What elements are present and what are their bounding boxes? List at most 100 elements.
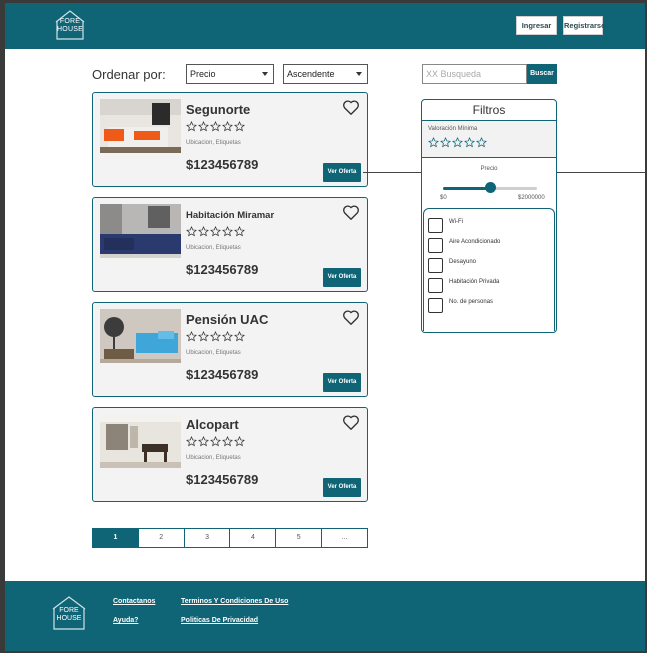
checkbox[interactable] [428, 298, 443, 313]
listing-title[interactable]: Habitación Miramar [186, 210, 274, 221]
listing-price: $123456789 [186, 472, 259, 487]
star-icon [198, 226, 209, 237]
sort-order-select[interactable]: Ascendente [283, 64, 368, 84]
listing-price: $123456789 [186, 157, 259, 172]
top-header: FORE HOUSE Ingresar Registrarse [5, 3, 645, 49]
listing-card: Alcopart Ubicacion, Etiquetas $123456789… [92, 407, 368, 502]
logo-line1: FORE [59, 18, 81, 25]
privacy-link[interactable]: Politicas De Privacidad [181, 617, 258, 624]
checkbox[interactable] [428, 278, 443, 293]
filters-title: Filtros [472, 103, 506, 117]
star-icon [186, 121, 197, 132]
checkbox[interactable] [428, 238, 443, 253]
price-min: $0 [440, 195, 447, 201]
star-icon[interactable] [440, 137, 451, 148]
star-icon[interactable] [476, 137, 487, 148]
terms-link[interactable]: Terminos Y Condiciones De Uso [181, 598, 288, 605]
star-icon [222, 121, 233, 132]
price-slider-handle[interactable] [484, 182, 496, 193]
rating-stars [186, 121, 245, 135]
listing-title[interactable]: Pensión UAC [186, 312, 268, 327]
star-icon [186, 331, 197, 342]
heart-icon[interactable] [342, 309, 360, 326]
amenity-label: No. de personas [449, 299, 494, 305]
sort-order-value: Ascendente [287, 69, 335, 79]
star-icon[interactable] [452, 137, 463, 148]
checkbox[interactable] [428, 218, 443, 233]
register-button[interactable]: Registrarse [563, 16, 605, 35]
listing-photo[interactable] [100, 204, 181, 258]
footer: FORE HOUSE Contactanos Ayuda? Terminos Y… [5, 581, 645, 651]
help-link[interactable]: Ayuda? [113, 617, 138, 624]
page-4[interactable]: 4 [229, 529, 276, 547]
min-rating-filter: Valoración Mínima [422, 121, 556, 157]
listing-photo[interactable] [100, 309, 181, 363]
sort-field-select[interactable]: Precio [186, 64, 274, 84]
page-2[interactable]: 2 [137, 529, 184, 547]
login-button[interactable]: Ingresar [516, 16, 557, 35]
star-icon [198, 331, 209, 342]
view-offer-button[interactable]: Ver Oferta [323, 163, 361, 182]
footer-logo[interactable]: FORE HOUSE [50, 595, 88, 631]
page-more[interactable]: ... [321, 529, 367, 547]
star-icon [210, 121, 221, 132]
amenities-filter: Wi-Fi Aire Acondicionado Desayuno Habita… [423, 208, 555, 331]
star-icon [210, 436, 221, 447]
star-icon [222, 331, 233, 342]
amenity-label: Desayuno [449, 259, 477, 265]
rating-stars [186, 331, 245, 345]
star-icon [234, 226, 245, 237]
logo-line2: HOUSE [57, 26, 83, 33]
listing-title[interactable]: Alcopart [186, 417, 239, 432]
star-icon[interactable] [464, 137, 475, 148]
forehouse-logo[interactable]: FORE HOUSE [53, 9, 87, 41]
min-rating-label: Valoración Mínima [428, 126, 478, 132]
logo-line2: HOUSE [56, 615, 82, 622]
checkbox[interactable] [428, 258, 443, 273]
price-slider-fill [443, 187, 490, 190]
listing-card: Pensión UAC Ubicacion, Etiquetas $123456… [92, 302, 368, 397]
listing-title[interactable]: Segunorte [186, 102, 250, 117]
chevron-down-icon [356, 72, 362, 76]
pagination: 1 2 3 4 5 ... [92, 528, 368, 548]
star-icon [198, 436, 209, 447]
amenity-label: Habitación Privada [449, 279, 500, 285]
listing-photo[interactable] [100, 99, 181, 153]
listing-price: $123456789 [186, 262, 259, 277]
rating-stars [186, 436, 245, 450]
heart-icon[interactable] [342, 99, 360, 116]
divider [422, 157, 556, 158]
amenity-label: Aire Acondicionado [449, 239, 501, 245]
page-1[interactable]: 1 [93, 529, 138, 547]
rating-stars [186, 226, 245, 240]
search-button[interactable]: Buscar [527, 64, 557, 84]
filters-panel: Filtros Valoración Mínima Precio $0 $200… [421, 99, 557, 333]
price-max: $2000000 [518, 195, 545, 201]
heart-icon[interactable] [342, 414, 360, 431]
star-icon [234, 436, 245, 447]
heart-icon[interactable] [342, 204, 360, 221]
star-icon[interactable] [428, 137, 439, 148]
star-icon [186, 226, 197, 237]
search-input[interactable]: XX Busqueda [422, 64, 527, 84]
page-frame: FORE HOUSE Ingresar Registrarse Ordenar … [5, 3, 645, 651]
min-rating-stars[interactable] [428, 137, 487, 148]
listing-meta: Ubicacion, Etiquetas [186, 140, 241, 146]
contact-link[interactable]: Contactanos [113, 598, 155, 605]
logo-text: FORE HOUSE [53, 18, 87, 34]
page-3[interactable]: 3 [183, 529, 230, 547]
star-icon [186, 436, 197, 447]
logo-line1: FORE [59, 607, 79, 614]
sort-field-value: Precio [190, 69, 216, 79]
star-icon [234, 331, 245, 342]
page-5[interactable]: 5 [275, 529, 322, 547]
star-icon [234, 121, 245, 132]
view-offer-button[interactable]: Ver Oferta [323, 478, 361, 497]
listing-photo[interactable] [100, 414, 181, 468]
star-icon [222, 436, 233, 447]
listing-card: Segunorte Ubicacion, Etiquetas $12345678… [92, 92, 368, 187]
view-offer-button[interactable]: Ver Oferta [323, 268, 361, 287]
price-label: Precio [480, 166, 498, 172]
view-offer-button[interactable]: Ver Oferta [323, 373, 361, 392]
footer-logo-text: FORE HOUSE [50, 607, 88, 623]
